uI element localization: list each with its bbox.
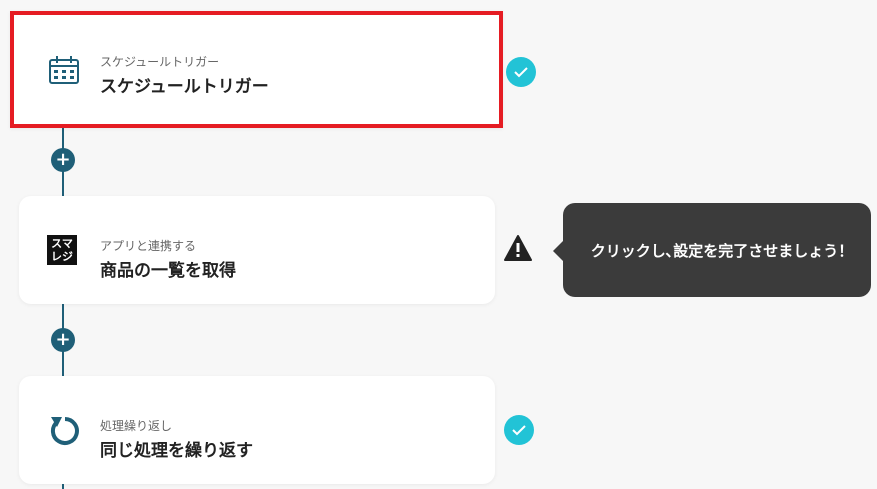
complete-check-icon: [504, 415, 534, 445]
step-subtitle: アプリと連携する: [100, 239, 197, 253]
loop-icon: [47, 413, 81, 447]
setup-tooltip: クリックし､設定を完了させましょう！: [553, 203, 871, 297]
add-step-button[interactable]: +: [51, 148, 75, 172]
calendar-icon: [47, 53, 81, 87]
tooltip-text: クリックし､設定を完了させましょう！: [590, 241, 854, 260]
step-card-loop[interactable]: 処理繰り返し 同じ処理を繰り返す: [19, 376, 495, 484]
warning-icon: [503, 233, 533, 263]
flow-connector: [62, 484, 64, 489]
step-title: 商品の一覧を取得: [100, 261, 236, 281]
step-subtitle: 処理繰り返し: [100, 419, 173, 433]
step-title: 同じ処理を繰り返す: [100, 441, 253, 461]
complete-check-icon: [506, 57, 536, 87]
step-card-schedule-trigger[interactable]: スケジュールトリガー スケジュールトリガー: [10, 11, 503, 128]
step-card-get-products[interactable]: スマ レジ アプリと連携する 商品の一覧を取得: [19, 196, 495, 304]
add-step-button[interactable]: +: [51, 328, 75, 352]
step-title: スケジュールトリガー: [100, 77, 269, 97]
step-subtitle: スケジュールトリガー: [100, 55, 220, 69]
smaregi-logo-icon: スマ レジ: [47, 235, 77, 265]
